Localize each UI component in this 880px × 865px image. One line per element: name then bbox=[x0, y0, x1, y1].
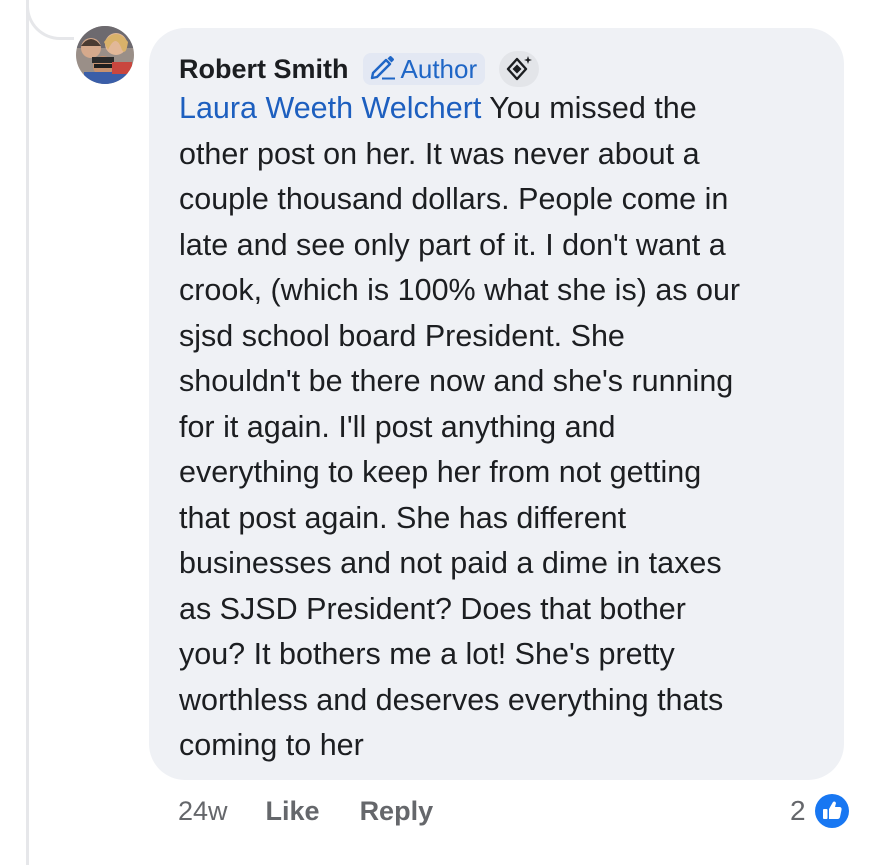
comment-text: Laura Weeth Welchert You missed the othe… bbox=[179, 86, 834, 769]
author-badge: Author bbox=[362, 53, 486, 85]
reply-button[interactable]: Reply bbox=[360, 796, 434, 827]
reaction-count: 2 bbox=[790, 795, 806, 826]
mention-link[interactable]: Laura Weeth Welchert bbox=[179, 91, 481, 125]
comment-bubble: Robert Smith Author Laura Weeth Welchert… bbox=[149, 28, 844, 780]
author-name[interactable]: Robert Smith bbox=[179, 54, 349, 85]
thread-connector bbox=[26, 0, 74, 40]
comment-actions: 24w Like Reply bbox=[178, 790, 433, 832]
avatar[interactable] bbox=[76, 26, 134, 84]
thumbs-up-icon bbox=[811, 791, 852, 831]
like-button[interactable]: Like bbox=[266, 796, 320, 827]
comment-thread: Robert Smith Author Laura Weeth Welchert… bbox=[0, 0, 880, 865]
pencil-icon bbox=[369, 54, 397, 85]
thread-line bbox=[26, 0, 29, 865]
timestamp[interactable]: 24w bbox=[178, 796, 228, 827]
sparkle-diamond-icon[interactable] bbox=[499, 51, 540, 87]
comment-header: Robert Smith Author bbox=[179, 50, 814, 88]
reaction-summary[interactable]: 2 bbox=[790, 790, 852, 832]
comment-text-content: You missed the other post on her. It was… bbox=[179, 91, 741, 762]
author-badge-label: Author bbox=[400, 53, 478, 84]
